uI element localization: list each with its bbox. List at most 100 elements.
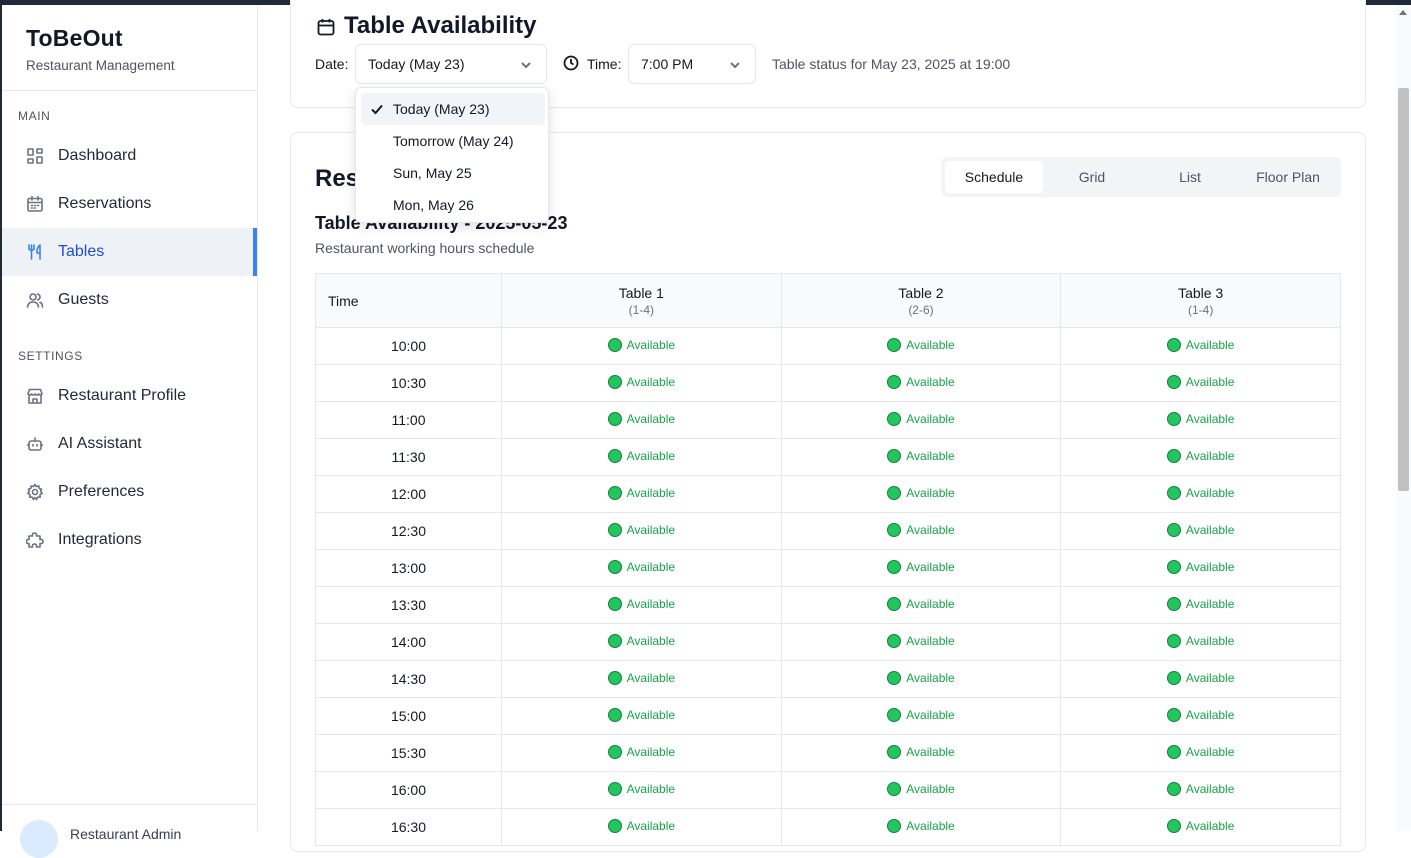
calendar-icon [26, 195, 44, 213]
status-badge[interactable]: Available [887, 633, 955, 648]
date-option-today[interactable]: Today (May 23) [361, 93, 545, 125]
status-badge[interactable]: Available [1166, 596, 1235, 611]
status-badge[interactable]: Available [607, 818, 675, 833]
availability-cell: Available [780, 697, 1062, 735]
time-slot: 13:00 [315, 549, 502, 587]
table-row: 11:00 Available Available Available [315, 401, 1341, 439]
date-select[interactable]: Today (May 23) [355, 44, 547, 84]
status-badge[interactable]: Available [1166, 485, 1234, 500]
tab-grid[interactable]: Grid [1043, 161, 1141, 193]
status-badge[interactable]: Available [887, 818, 955, 833]
available-status-icon [1166, 374, 1181, 389]
date-option-sun[interactable]: Sun, May 25 [361, 157, 545, 189]
sidebar-item-dashboard[interactable]: Dashboard [2, 132, 257, 180]
status-badge[interactable]: Available [1166, 818, 1234, 833]
status-badge[interactable]: Available [887, 485, 955, 500]
sidebar-item-ai-assistant[interactable]: AI Assistant [2, 420, 257, 468]
available-status-icon [607, 633, 622, 648]
status-badge[interactable]: Available [887, 559, 955, 574]
tab-schedule[interactable]: Schedule [945, 161, 1043, 193]
status-badge[interactable]: Available [607, 522, 675, 537]
status-badge[interactable]: Available [887, 670, 955, 685]
status-badge[interactable]: Available [607, 485, 675, 500]
availability-cell: Available [1060, 401, 1341, 439]
status-badge[interactable]: Available [1166, 411, 1234, 426]
available-status-icon [1166, 448, 1181, 463]
status-badge[interactable]: Available [607, 744, 676, 759]
table-row: 10:00 Available Available Available [315, 327, 1341, 365]
status-badge[interactable]: Available [887, 744, 955, 759]
available-status-icon [607, 818, 622, 833]
status-badge[interactable]: Available [1166, 559, 1234, 574]
date-option-mon[interactable]: Mon, May 26 [361, 189, 545, 221]
status-badge[interactable]: Available [607, 374, 675, 389]
status-badge[interactable]: Available [887, 337, 955, 352]
availability-cell: Available [780, 623, 1062, 661]
status-badge[interactable]: Available [887, 781, 955, 796]
status-badge[interactable]: Available [607, 559, 676, 574]
avatar[interactable] [20, 820, 58, 858]
availability-cell: Available [1060, 512, 1341, 550]
table-status-text: Table status for May 23, 2025 at 19:00 [772, 56, 1011, 72]
tab-list[interactable]: List [1141, 161, 1239, 193]
time-slot: 10:30 [315, 364, 502, 402]
sidebar-item-preferences[interactable]: Preferences [2, 468, 257, 516]
status-badge[interactable]: Available [1166, 781, 1234, 796]
scroll-up-arrow-icon[interactable] [1399, 10, 1407, 15]
table-name: Table 1 [618, 284, 664, 301]
status-label: Available [626, 633, 676, 648]
status-badge[interactable]: Available [887, 596, 955, 611]
sidebar-item-guests[interactable]: Guests [2, 276, 257, 324]
tab-floor-plan[interactable]: Floor Plan [1239, 161, 1337, 193]
date-select-value: Today (May 23) [368, 56, 465, 72]
status-badge[interactable]: Available [887, 374, 955, 389]
date-option-label: Tomorrow (May 24) [393, 133, 514, 149]
scrollbar-thumb[interactable] [1398, 88, 1409, 491]
view-tabs: Schedule Grid List Floor Plan [941, 157, 1341, 197]
time-select[interactable]: 7:00 PM [628, 44, 756, 84]
calendar-icon [316, 16, 336, 36]
status-badge[interactable]: Available [607, 596, 676, 611]
status-badge[interactable]: Available [607, 448, 675, 463]
status-badge[interactable]: Available [607, 781, 675, 796]
status-label: Available [626, 559, 676, 574]
available-status-icon [1166, 818, 1181, 833]
status-badge[interactable]: Available [607, 707, 675, 722]
status-badge[interactable]: Available [1166, 522, 1235, 537]
status-badge[interactable]: Available [607, 411, 676, 426]
table-row: 14:30 Available Available Available [315, 660, 1341, 698]
available-status-icon [607, 781, 622, 796]
sidebar-item-label: Preferences [58, 483, 145, 500]
date-option-tomorrow[interactable]: Tomorrow (May 24) [361, 125, 545, 157]
time-slot: 13:30 [315, 586, 502, 624]
status-label: Available [1185, 522, 1235, 537]
status-badge[interactable]: Available [887, 411, 955, 426]
status-badge[interactable]: Available [887, 448, 955, 463]
sidebar-item-tables[interactable]: Tables [2, 228, 257, 276]
status-label: Available [626, 596, 676, 611]
status-badge[interactable]: Available [607, 633, 676, 648]
status-label: Available [626, 411, 676, 426]
status-badge[interactable]: Available [1166, 744, 1234, 759]
status-badge[interactable]: Available [1166, 707, 1234, 722]
available-status-icon [887, 559, 902, 574]
status-badge[interactable]: Available [607, 670, 675, 685]
status-badge[interactable]: Available [607, 337, 675, 352]
status-label: Available [626, 744, 676, 759]
status-badge[interactable]: Available [1166, 633, 1234, 648]
availability-cell: Available [780, 327, 1062, 365]
status-badge[interactable]: Available [887, 522, 955, 537]
status-badge[interactable]: Available [1166, 448, 1234, 463]
status-label: Available [1185, 596, 1235, 611]
sidebar-item-restaurant-profile[interactable]: Restaurant Profile [2, 372, 257, 420]
status-badge[interactable]: Available [887, 707, 955, 722]
sidebar-item-label: Tables [58, 243, 105, 260]
status-badge[interactable]: Available [1166, 374, 1234, 389]
status-label: Available [906, 374, 955, 389]
sidebar-item-reservations[interactable]: Reservations [2, 180, 257, 228]
sidebar-item-integrations[interactable]: Integrations [2, 516, 257, 564]
available-status-icon [1166, 670, 1181, 685]
divider [2, 90, 257, 91]
status-badge[interactable]: Available [1166, 670, 1234, 685]
status-badge[interactable]: Available [1166, 337, 1234, 352]
